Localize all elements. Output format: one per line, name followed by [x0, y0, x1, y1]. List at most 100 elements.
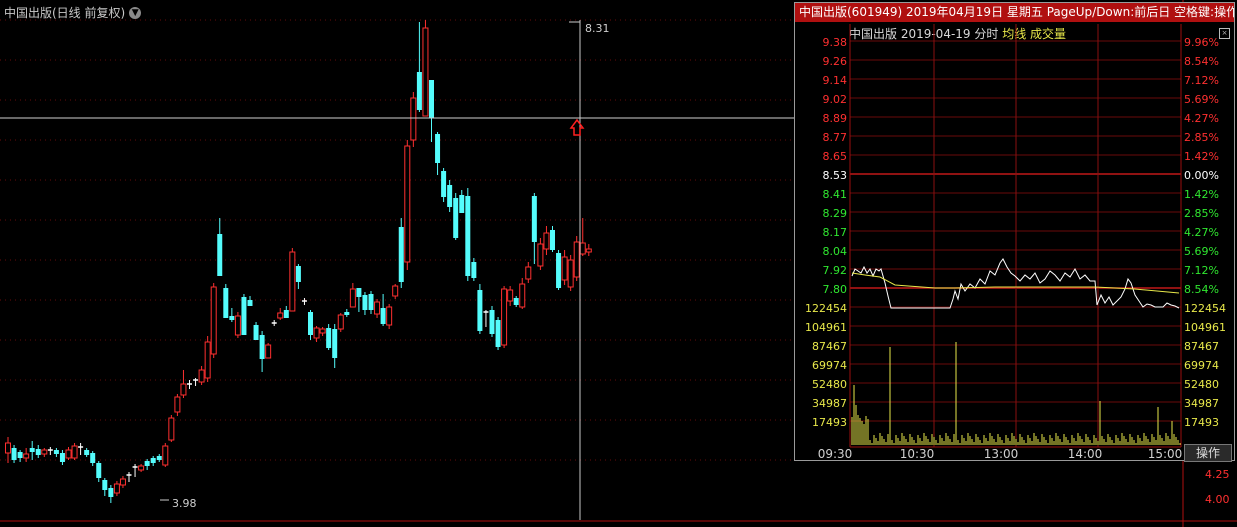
candle-body: [23, 453, 30, 459]
candle-body: [265, 344, 272, 359]
operate-button[interactable]: 操作: [1184, 444, 1232, 462]
candle-body: [308, 312, 313, 335]
price-tick-label: 8.89: [823, 112, 848, 125]
candle-body: [17, 452, 23, 458]
candle-body: [326, 328, 332, 348]
candle-body: [96, 463, 102, 478]
candle-body: [337, 314, 344, 330]
percent-tick-label: 2.85%: [1184, 207, 1219, 220]
price-tick-label: 8.29: [823, 207, 848, 220]
percent-tick-label: 4.27%: [1184, 226, 1219, 239]
volume-tick-label: 69974: [1184, 359, 1219, 372]
candle-body: [573, 241, 580, 278]
selected-day-arrow-icon: [569, 118, 585, 136]
price-tick-label: 9.26: [823, 55, 848, 68]
candle-body: [459, 195, 465, 213]
volume-tick-label: 104961: [1184, 321, 1226, 334]
price-tick-label: 8.65: [823, 150, 848, 163]
time-axis-label: 15:00: [1148, 447, 1183, 461]
candle-body: [59, 453, 65, 462]
candle-body: [349, 288, 356, 308]
price-tick-label: 8.04: [823, 245, 848, 258]
candle-body: [229, 316, 235, 320]
candle-body: [362, 295, 368, 310]
candle-body: [410, 97, 417, 141]
price-tick-label: 7.80: [823, 283, 848, 296]
candle-body: [113, 483, 120, 494]
candle-body: [556, 253, 562, 288]
volume-tick-label: 87467: [1184, 340, 1219, 353]
app-window: 中国出版(日线 前复权) ▼ 8.31 3.98 4.25 4.00 中国出版(…: [0, 0, 1237, 527]
candle-body: [561, 256, 568, 281]
candle-body: [295, 266, 301, 282]
price-tick-label: 8.77: [823, 131, 848, 144]
candle-body: [344, 312, 350, 315]
percent-tick-label: 9.96%: [1184, 36, 1219, 49]
candle-body: [392, 285, 399, 297]
candle-body: [217, 234, 223, 276]
time-axis-label: 14:00: [1068, 447, 1103, 461]
candle-body: [71, 445, 78, 459]
candle-body: [90, 453, 96, 463]
volume-tick-label: 34987: [1184, 397, 1219, 410]
candle-body: [404, 145, 411, 263]
volume-tick-label: 52480: [812, 378, 847, 391]
volume-tick-label: 104961: [805, 321, 847, 334]
candle-body: [168, 417, 175, 441]
candle-body: [11, 448, 17, 460]
candle-body: [368, 294, 374, 310]
candle-body: [447, 185, 453, 207]
percent-tick-label: 5.69%: [1184, 93, 1219, 106]
candle-body: [471, 262, 477, 278]
percent-tick-label: 1.42%: [1184, 188, 1219, 201]
price-tick-label: 9.02: [823, 93, 848, 106]
candle-body: [332, 329, 338, 358]
candle-body: [204, 341, 211, 379]
candle-body: [259, 335, 265, 359]
candle-body: [525, 266, 532, 280]
candle-body: [585, 248, 592, 253]
candle-body: [319, 328, 326, 334]
candle-body: [386, 306, 393, 326]
candle-body: [501, 288, 508, 346]
price-tick-label: 8.17: [823, 226, 848, 239]
candle-body: [550, 230, 555, 250]
candle-body: [41, 449, 48, 455]
candle-body: [579, 242, 586, 255]
candle-body: [543, 232, 550, 250]
price-tick-label: 9.38: [823, 36, 848, 49]
candle-body: [398, 227, 404, 282]
candle-body: [65, 449, 72, 459]
candle-body: [289, 251, 296, 312]
candle-body: [507, 289, 514, 302]
candle-body: [234, 315, 241, 336]
candle-body: [198, 369, 205, 383]
candle-body: [119, 478, 126, 486]
percent-tick-label: 4.27%: [1184, 112, 1219, 125]
candle-body: [180, 383, 187, 396]
volume-tick-label: 122454: [1184, 302, 1226, 315]
volume-tick-label: 87467: [812, 340, 847, 353]
high-price-label: 8.31: [585, 22, 610, 35]
price-tick-4-25: 4.25: [1205, 468, 1230, 481]
candle-body: [429, 80, 434, 118]
percent-tick-label: 7.12%: [1184, 74, 1219, 87]
price-tick-label: 8.53: [823, 169, 848, 182]
time-axis-label: 10:30: [900, 447, 935, 461]
low-price-label: 3.98: [172, 497, 197, 510]
candle-body: [356, 288, 362, 297]
candle-body: [174, 396, 181, 413]
volume-tick-label: 34987: [812, 397, 847, 410]
candle-body: [5, 442, 11, 454]
candle-body: [53, 450, 59, 454]
candle-body: [144, 461, 150, 466]
candle-body: [277, 312, 284, 319]
candle-body: [162, 445, 169, 466]
candle-body: [519, 283, 526, 308]
intraday-popup[interactable]: 中国出版(601949) 2019年04月19日 星期五 PageUp/Down…: [794, 2, 1235, 462]
volume-tick-label: 69974: [812, 359, 847, 372]
candle-body: [223, 288, 229, 318]
candle-body: [453, 198, 459, 238]
percent-tick-label: 1.42%: [1184, 150, 1219, 163]
candle-body: [241, 297, 247, 335]
